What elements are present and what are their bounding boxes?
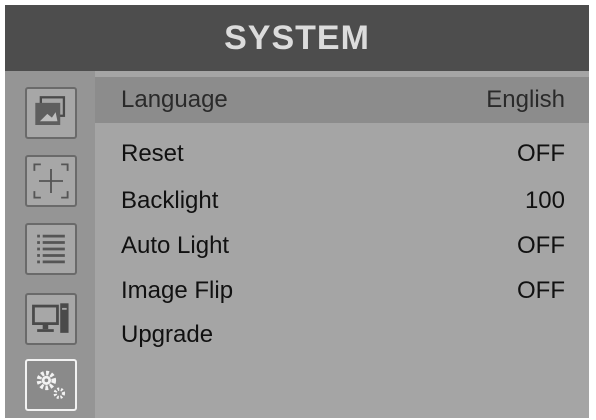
- sidebar: [5, 71, 95, 418]
- system-menu-window: SYSTEM Language English Reset OFF Backli…: [5, 5, 589, 418]
- menu-item-value: OFF: [517, 232, 565, 259]
- menu-header: SYSTEM: [5, 5, 589, 71]
- menu-item-backlight[interactable]: Backlight 100: [95, 178, 589, 224]
- menu-item-label: Backlight: [121, 187, 219, 214]
- menu-item-value: 100: [524, 187, 565, 214]
- menu-item-language[interactable]: Language English: [95, 77, 589, 123]
- menu-item-image-flip[interactable]: Image Flip OFF: [95, 268, 589, 314]
- menu-item-value: OFF: [517, 140, 565, 167]
- menu-item-label: Image Flip: [121, 277, 234, 304]
- settings-gears-icon[interactable]: [25, 359, 77, 411]
- menu-item-reset[interactable]: Reset OFF: [95, 131, 589, 177]
- crosshair-icon[interactable]: [25, 155, 77, 207]
- menu-item-label: Upgrade: [121, 321, 214, 348]
- menu-item-value: English: [486, 86, 565, 113]
- menu-item-upgrade[interactable]: Upgrade: [95, 312, 589, 358]
- menu-item-value: OFF: [517, 277, 565, 304]
- list-icon[interactable]: [25, 223, 77, 275]
- menu-item-auto-light[interactable]: Auto Light OFF: [95, 223, 589, 269]
- menu-item-label: Language: [121, 86, 228, 113]
- menu-list: Language English Reset OFF Backlight 100…: [95, 71, 589, 418]
- menu-title: SYSTEM: [224, 19, 370, 57]
- computer-icon[interactable]: [25, 293, 77, 345]
- picture-icon[interactable]: [25, 87, 77, 139]
- menu-item-label: Auto Light: [121, 232, 230, 259]
- menu-item-label: Reset: [121, 140, 184, 167]
